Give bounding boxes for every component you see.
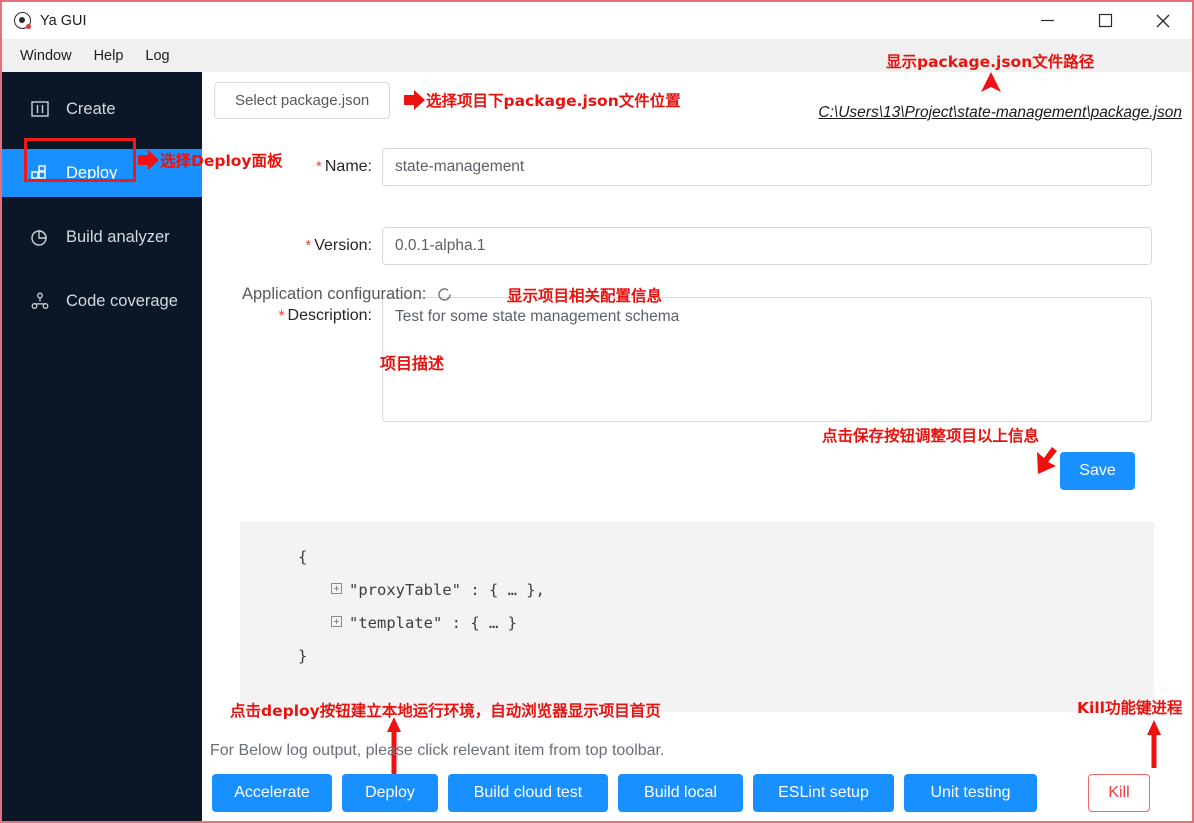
log-output-hint: For Below log output, please click relev… — [210, 742, 665, 759]
version-label-text: Version: — [314, 237, 372, 254]
sidebar-gap-3 — [2, 261, 202, 277]
sidebar-gap-2 — [2, 197, 202, 213]
description-label-text: Description: — [287, 307, 372, 324]
version-field-label: * Version: — [272, 227, 372, 265]
bottom-toolbar: Accelerate Deploy Build cloud test Build… — [210, 774, 1182, 818]
window-controls — [1018, 2, 1192, 39]
application-configuration-viewer[interactable]: { "proxyTable" : { … }, "template" : { …… — [240, 522, 1154, 712]
save-annotation-arrow — [1037, 447, 1057, 474]
application-configuration-label: Application configuration: — [242, 285, 453, 304]
package-selector-row: Select package.json C:\Users\13\Project\… — [214, 82, 1182, 122]
menu-item-window[interactable]: Window — [12, 45, 80, 67]
package-path-annotation: 显示package.json文件路径 — [886, 53, 1095, 71]
select-annotation: 选择项目下package.json文件位置 — [426, 92, 681, 110]
expand-proxytable-icon[interactable] — [331, 583, 342, 594]
title-bar-left: Ya GUI — [2, 12, 86, 29]
sidebar-item-label: Code coverage — [66, 291, 178, 310]
name-field-label: * Name: — [272, 148, 372, 186]
refresh-icon[interactable] — [436, 286, 453, 303]
name-input[interactable] — [382, 148, 1152, 186]
config-label-text: Application configuration: — [242, 285, 427, 303]
menu-item-log[interactable]: Log — [137, 45, 177, 67]
name-label-text: Name: — [324, 158, 372, 175]
config-line-close: } — [298, 647, 308, 665]
cluster-node-icon — [30, 291, 50, 311]
sidebar-item-label: Deploy — [66, 163, 118, 182]
description-annotation: 项目描述 — [380, 356, 445, 373]
required-asterisk: * — [278, 307, 285, 324]
sidebar-item-build-analyzer[interactable]: Build analyzer — [2, 213, 202, 261]
minimize-icon[interactable] — [1018, 2, 1076, 39]
config-line-template: "template" : { … } — [298, 607, 1154, 640]
package-json-path[interactable]: C:\Users\13\Project\state-management\pac… — [818, 104, 1182, 122]
accelerate-button[interactable]: Accelerate — [212, 774, 332, 812]
config-template-text: "template" : { … } — [349, 614, 517, 632]
config-code: { "proxyTable" : { … }, "template" : { …… — [240, 522, 1154, 673]
sidebar-item-create[interactable]: Create — [2, 85, 202, 133]
kill-button[interactable]: Kill — [1088, 774, 1150, 812]
config-annotation: 显示项目相关配置信息 — [507, 287, 663, 305]
config-line-proxy-table: "proxyTable" : { … }, — [298, 574, 1154, 607]
config-line-open: { — [298, 548, 308, 566]
sidebar-item-label: Build analyzer — [66, 227, 170, 246]
deploy-button[interactable]: Deploy — [342, 774, 438, 812]
required-asterisk: * — [305, 237, 312, 254]
title-bar: Ya GUI — [2, 2, 1192, 39]
select-package-json-button[interactable]: Select package.json — [214, 82, 391, 119]
config-proxytable-text: "proxyTable" : { … }, — [349, 581, 545, 599]
save-annotation: 点击保存按钮调整项目以上信息 — [822, 427, 1040, 445]
kill-annotation: Kill功能键进程 — [1077, 699, 1183, 717]
version-input[interactable] — [382, 227, 1152, 265]
sidebar-item-label: Create — [66, 99, 116, 118]
save-button[interactable]: Save — [1060, 452, 1135, 490]
unit-testing-button[interactable]: Unit testing — [904, 774, 1037, 812]
deploy-panel-annotation: 选择Deploy面板 — [160, 152, 283, 170]
pie-chart-icon — [30, 227, 50, 247]
deploy-button-annotation: 点击deploy按钮建立本地运行环境，自动浏览器显示项目首页 — [230, 702, 661, 720]
main-content: Select package.json C:\Users\13\Project\… — [202, 72, 1192, 821]
required-asterisk: * — [316, 158, 322, 175]
application-window: Ya GUI Window Help Log Create Deploy Bui… — [0, 0, 1194, 823]
window-title: Ya GUI — [40, 12, 87, 29]
sidebar: Create Deploy Build analyzer Code covera… — [2, 72, 202, 821]
version-field-row: * Version: — [272, 227, 1152, 265]
sidebar-gap-1 — [2, 133, 202, 149]
kill-annotation-arrow — [1147, 720, 1161, 768]
menu-item-help[interactable]: Help — [86, 45, 132, 67]
eslint-setup-button[interactable]: ESLint setup — [753, 774, 894, 812]
record-dot-icon — [14, 12, 31, 29]
maximize-icon[interactable] — [1076, 2, 1134, 39]
name-field-row: * Name: — [272, 148, 1152, 186]
close-icon[interactable] — [1134, 2, 1192, 39]
build-local-button[interactable]: Build local — [618, 774, 743, 812]
appstore-blocks-icon — [30, 163, 50, 183]
build-cloud-test-button[interactable]: Build cloud test — [448, 774, 608, 812]
sidebar-item-code-coverage[interactable]: Code coverage — [2, 277, 202, 325]
expand-template-icon[interactable] — [331, 616, 342, 627]
description-textarea[interactable] — [382, 297, 1152, 422]
layout-frame-icon — [30, 99, 50, 119]
